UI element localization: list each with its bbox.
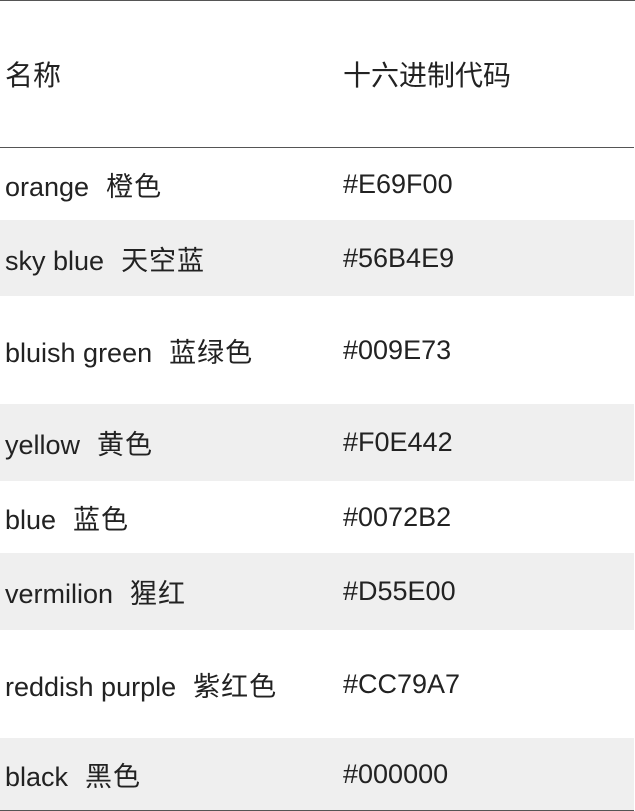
hex-code-cell: #56B4E9 <box>343 242 455 273</box>
color-table: 名称 十六进制代码 orange 橙色 #E69F00 sky blue 天空蓝 #… <box>0 0 635 811</box>
color-name-cell: black 黑色 <box>0 755 340 794</box>
color-name-cell: sky blue 天空蓝 <box>0 239 340 278</box>
hex-code-cell: #000000 <box>343 759 449 789</box>
table-row: blue 蓝色 #0072B2 <box>0 481 634 553</box>
table-header: 名称 十六进制代码 <box>0 1 634 148</box>
color-name-en: vermilion <box>5 579 114 609</box>
color-name-zh: 猩红 <box>130 579 187 610</box>
color-name-zh: 天空蓝 <box>121 245 206 277</box>
color-name-en: yellow <box>5 430 81 460</box>
color-name-zh: 紫红色 <box>193 671 278 703</box>
table-row: black 黑色 #000000 <box>0 738 634 811</box>
table-row: yellow 黄色 #F0E442 <box>0 404 634 481</box>
hex-code-cell: #E69F00 <box>343 168 453 199</box>
color-name-en: reddish purple <box>5 671 177 702</box>
table-row: vermilion 猩红 #D55E00 <box>0 553 634 630</box>
color-name-zh: 蓝绿色 <box>169 337 254 369</box>
column-header-name: 名称 <box>5 60 62 91</box>
color-name-en: black <box>5 762 69 792</box>
color-name-zh: 黑色 <box>85 762 142 793</box>
hex-code-cell: #D55E00 <box>343 576 456 606</box>
hex-code-cell: #009E73 <box>343 334 452 365</box>
color-name-zh: 黄色 <box>97 430 154 461</box>
hex-code-cell: #0072B2 <box>343 501 452 532</box>
color-name-zh: 橙色 <box>106 171 163 203</box>
color-name-cell: yellow 黄色 <box>0 423 340 462</box>
color-name-cell: bluish green 蓝绿色 <box>0 331 340 370</box>
color-name-zh: 蓝色 <box>73 504 130 536</box>
color-name-en: orange <box>5 171 90 202</box>
table-row: orange 橙色 #E69F00 <box>0 148 634 220</box>
column-header-hex: 十六进制代码 <box>343 60 512 91</box>
table-row: sky blue 天空蓝 #56B4E9 <box>0 220 634 296</box>
table-row: bluish green 蓝绿色 #009E73 <box>0 296 634 404</box>
color-name-cell: reddish purple 紫红色 <box>0 665 340 704</box>
color-name-cell: blue 蓝色 <box>0 498 340 537</box>
color-name-cell: orange 橙色 <box>0 165 340 204</box>
color-name-en: blue <box>5 504 57 535</box>
hex-code-cell: #F0E442 <box>343 427 453 457</box>
table-row: reddish purple 紫红色 #CC79A7 <box>0 630 634 738</box>
hex-code-cell: #CC79A7 <box>343 668 461 699</box>
color-name-en: bluish green <box>5 337 153 368</box>
color-name-cell: vermilion 猩红 <box>0 572 340 611</box>
color-name-en: sky blue <box>5 245 105 276</box>
